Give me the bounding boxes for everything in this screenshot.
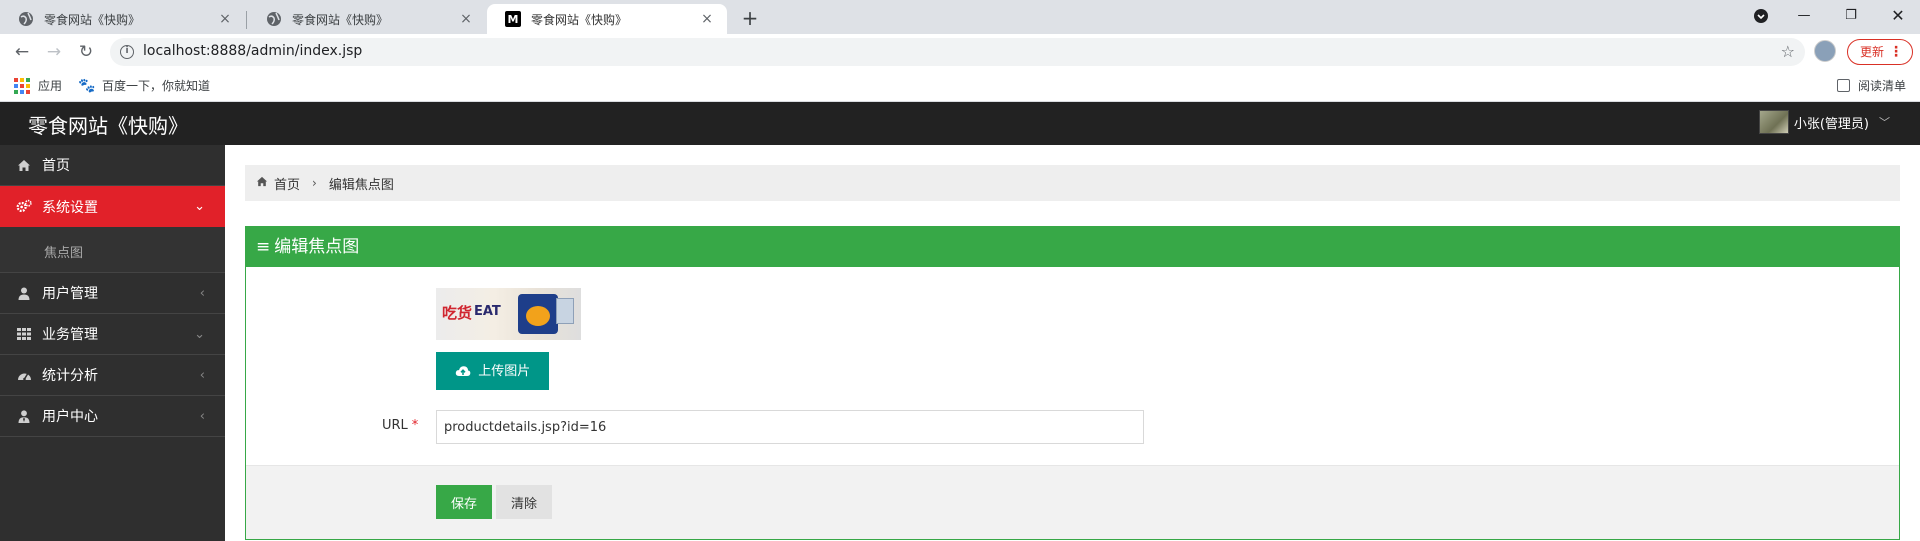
sidebar-item-home[interactable]: 首页 xyxy=(0,145,225,186)
upload-button-label: 上传图片 xyxy=(478,363,531,378)
back-icon[interactable]: ← xyxy=(10,40,34,64)
reading-list-label: 阅读清单 xyxy=(1857,79,1906,93)
app-header: 零食网站《快购》 小张(管理员) ﹀ xyxy=(0,102,1920,145)
user-avatar xyxy=(1758,110,1789,134)
chevron-left-icon: ‹ xyxy=(199,367,205,383)
thumbnail-text: EAT xyxy=(474,304,501,319)
sidebar-item-business-management[interactable]: 业务管理 ⌄ xyxy=(0,314,225,355)
bookmark-label: 百度一下，你就知道 xyxy=(102,79,211,93)
thumbnail-text: 吃货 xyxy=(442,304,473,322)
product-box-image xyxy=(556,298,574,324)
bookmark-label: 应用 xyxy=(38,79,63,93)
sidebar-item-label: 系统设置 xyxy=(42,199,98,216)
chevron-down-icon: ﹀ xyxy=(1879,116,1890,129)
url-text[interactable]: localhost:8888/admin/index.jsp xyxy=(143,43,362,59)
edit-focus-image-panel: ≡编辑焦点图 吃货 EAT 上传图片 URL* 保存 清除 xyxy=(245,226,1900,540)
reading-list[interactable]: 阅读清单 xyxy=(1836,77,1906,94)
minimize-icon[interactable]: — xyxy=(1790,4,1818,28)
forward-icon[interactable]: → xyxy=(42,40,66,64)
site-info-icon[interactable]: i xyxy=(120,45,134,59)
user-icon xyxy=(16,285,32,301)
breadcrumb-home-link[interactable]: 首页 xyxy=(274,174,300,193)
panel-title: 编辑焦点图 xyxy=(274,237,360,257)
address-bar[interactable]: i localhost:8888/admin/index.jsp ☆ xyxy=(110,38,1805,66)
tab-title: 零食网站《快购》 xyxy=(531,12,628,27)
update-button[interactable]: 更新 ⋮ xyxy=(1847,39,1913,65)
tab-title: 零食网站《快购》 xyxy=(44,12,141,27)
focus-image-thumbnail: 吃货 EAT xyxy=(436,288,581,340)
bookmark-star-icon[interactable]: ☆ xyxy=(1781,42,1795,61)
user-tie-icon xyxy=(16,408,32,424)
tab-separator xyxy=(246,11,247,29)
dashboard-icon xyxy=(16,367,32,383)
save-button[interactable]: 保存 xyxy=(436,485,492,519)
reload-icon[interactable]: ↻ xyxy=(74,40,98,64)
reading-list-icon xyxy=(1836,79,1850,92)
cloud-upload-icon xyxy=(455,363,475,378)
sidebar-item-statistics[interactable]: 统计分析 ‹ xyxy=(0,355,225,396)
sidebar-item-label: 业务管理 xyxy=(42,327,98,343)
chevron-down-icon: ⌄ xyxy=(194,199,205,214)
gears-icon xyxy=(16,199,32,215)
site-brand[interactable]: 零食网站《快购》 xyxy=(28,110,188,139)
sidebar-subitem-focus-image[interactable]: 焦点图 xyxy=(0,227,225,273)
bookmarks-bar: 应用 🐾 百度一下，你就知道 阅读清单 xyxy=(0,70,1920,102)
upload-image-button[interactable]: 上传图片 xyxy=(436,352,549,390)
chevron-down-icon: ⌄ xyxy=(194,326,205,342)
close-icon[interactable]: × xyxy=(458,11,474,27)
browser-tab-3-active[interactable]: M 零食网站《快购》 × xyxy=(487,4,727,34)
close-icon[interactable]: × xyxy=(217,11,233,27)
user-menu[interactable]: 小张(管理员) ﹀ xyxy=(1758,110,1890,134)
profile-avatar[interactable] xyxy=(1814,40,1836,62)
m-favicon-icon: M xyxy=(505,11,521,27)
browser-tab-bar: 零食网站《快购》 × 零食网站《快购》 × M 零食网站《快购》 × + — ❐… xyxy=(0,0,1920,34)
user-name: 小张(管理员) xyxy=(1793,116,1869,132)
required-mark: * xyxy=(411,418,419,433)
url-field-label: URL * xyxy=(382,418,418,433)
globe-icon xyxy=(266,11,282,27)
browser-tab-1[interactable]: 零食网站《快购》 × xyxy=(0,4,245,34)
bookmark-apps[interactable]: 应用 xyxy=(14,77,62,94)
url-label-text: URL xyxy=(382,418,408,433)
sidebar-subitem-label: 焦点图 xyxy=(44,246,84,261)
sidebar-item-user-center[interactable]: 用户中心 ‹ xyxy=(0,396,225,437)
sidebar-item-label: 用户中心 xyxy=(42,409,98,425)
window-close-icon[interactable]: ✕ xyxy=(1884,4,1912,28)
sidebar-item-label: 首页 xyxy=(42,158,70,174)
apps-icon xyxy=(14,77,30,94)
panel-header: ≡ 编辑焦点图 xyxy=(246,227,1899,267)
home-icon xyxy=(16,157,32,173)
sidebar-item-system-settings[interactable]: 系统设置 ⌄ xyxy=(0,186,225,227)
clear-button[interactable]: 清除 xyxy=(496,485,552,519)
url-input[interactable] xyxy=(436,410,1144,444)
browser-tab-2[interactable]: 零食网站《快购》 × xyxy=(248,4,486,34)
form-actions: 保存 清除 xyxy=(246,465,1899,539)
product-box-image xyxy=(518,294,558,334)
home-icon xyxy=(256,176,268,190)
sidebar: 首页 系统设置 ⌄ 焦点图 用户管理 ‹ 业务管理 ⌄ 统计分析 ‹ 用户中心 xyxy=(0,145,225,541)
grid-icon xyxy=(16,326,32,342)
sidebar-item-label: 统计分析 xyxy=(42,368,98,384)
browser-toolbar: ← → ↻ i localhost:8888/admin/index.jsp ☆ xyxy=(0,34,1920,70)
close-icon[interactable]: × xyxy=(699,11,715,27)
more-menu-icon[interactable]: ⋮ xyxy=(1889,40,1903,64)
breadcrumb-current: 编辑焦点图 xyxy=(328,177,394,193)
list-bars-icon: ≡ xyxy=(256,237,271,257)
chevron-right-icon: › xyxy=(312,176,317,190)
bookmark-baidu[interactable]: 🐾 百度一下，你就知道 xyxy=(78,77,210,94)
baidu-paw-icon: 🐾 xyxy=(78,77,96,94)
restore-icon[interactable]: ❐ xyxy=(1837,4,1865,28)
chevron-left-icon: ‹ xyxy=(199,285,205,301)
sidebar-item-user-management[interactable]: 用户管理 ‹ xyxy=(0,273,225,314)
breadcrumb: 首页 › 编辑焦点图 xyxy=(245,165,1900,201)
sidebar-item-label: 用户管理 xyxy=(42,286,98,302)
globe-icon xyxy=(18,11,34,27)
update-label: 更新 xyxy=(1860,45,1885,59)
new-tab-button[interactable]: + xyxy=(737,6,763,32)
tab-search-icon[interactable] xyxy=(1747,4,1775,28)
chevron-left-icon: ‹ xyxy=(199,408,205,424)
tab-title: 零食网站《快购》 xyxy=(292,12,389,27)
